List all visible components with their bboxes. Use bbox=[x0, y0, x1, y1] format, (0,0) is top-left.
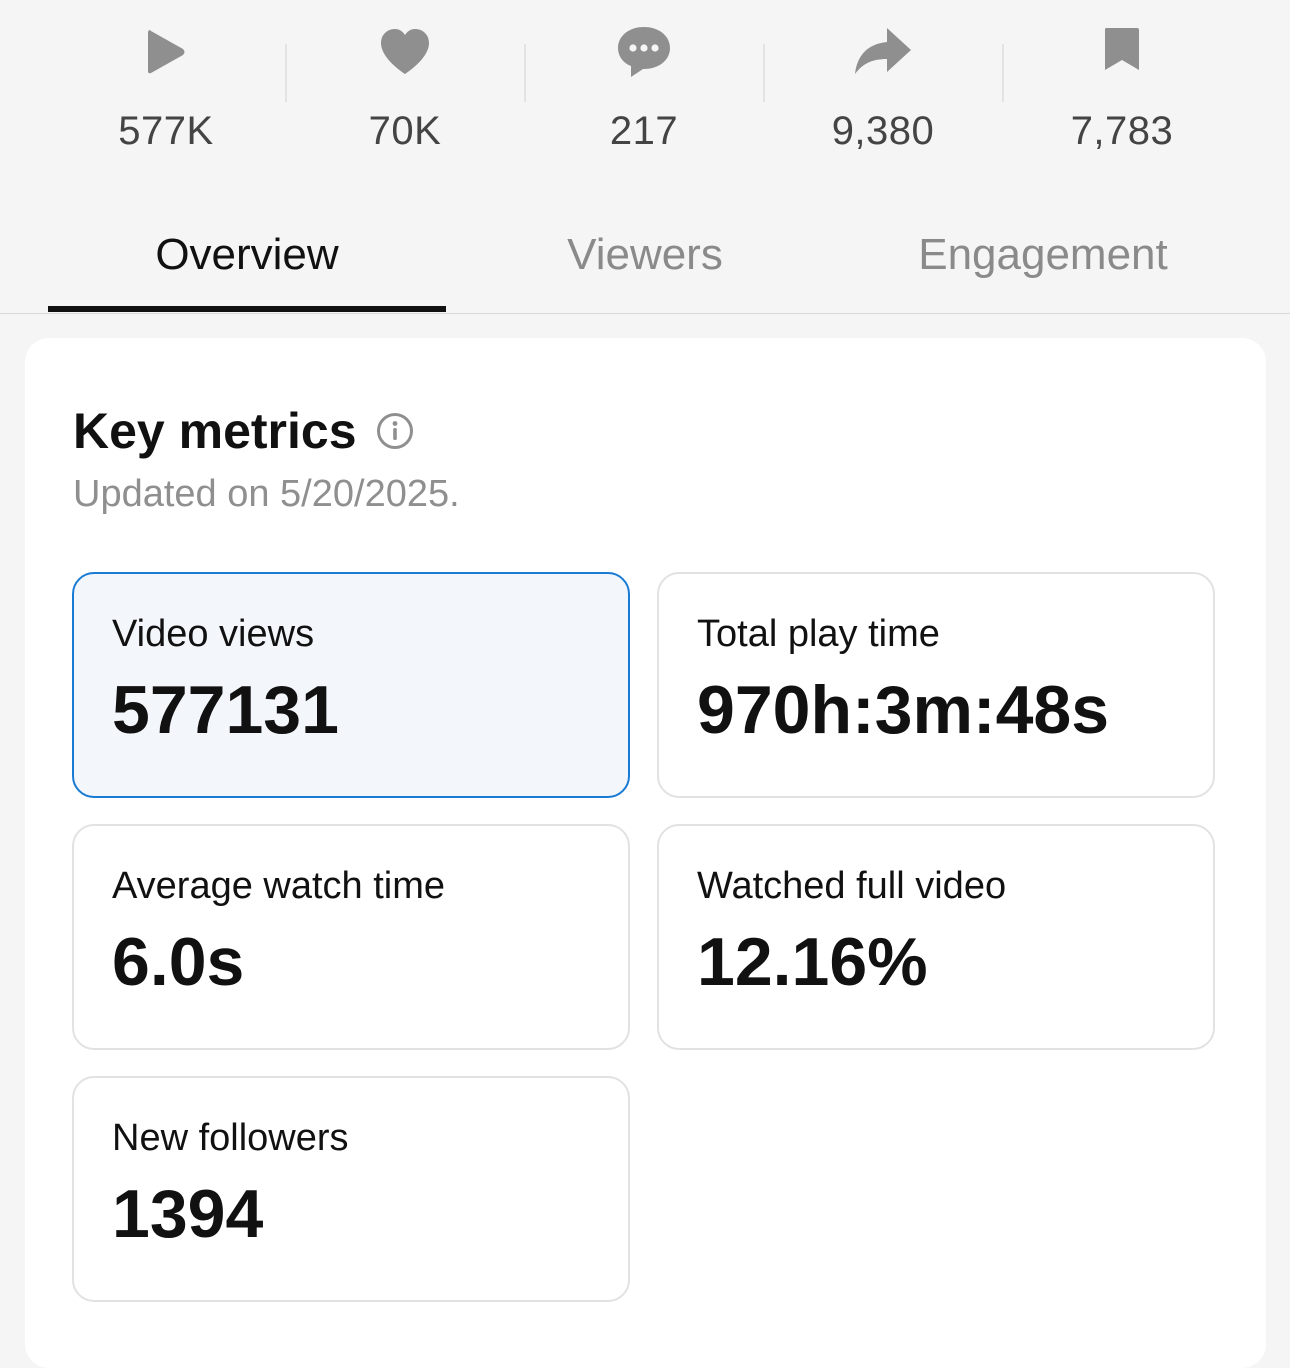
bookmark-icon bbox=[1092, 22, 1152, 82]
stat-saves: 7,783 bbox=[1002, 0, 1242, 180]
stat-count: 217 bbox=[609, 109, 679, 153]
stat-shares: 9,380 bbox=[763, 0, 1003, 180]
comment-icon bbox=[614, 22, 674, 82]
card-title: Key metrics bbox=[73, 403, 357, 459]
key-metrics-card: Key metrics Updated on 5/20/2025. Video … bbox=[25, 338, 1266, 1368]
metric-value: 12.16% bbox=[697, 924, 928, 1000]
stat-views: 577K bbox=[46, 0, 286, 180]
stat-count: 7,783 bbox=[1070, 109, 1174, 153]
metric-new-followers[interactable]: New followers 1394 bbox=[72, 1076, 630, 1302]
heart-icon bbox=[375, 22, 435, 82]
metric-label: Video views bbox=[112, 613, 315, 655]
metric-label: Watched full video bbox=[697, 865, 1007, 907]
stat-count: 70K bbox=[368, 109, 442, 153]
info-icon[interactable] bbox=[375, 411, 415, 451]
stat-comments: 217 bbox=[524, 0, 764, 180]
metric-value: 577131 bbox=[112, 672, 339, 748]
tab-overview[interactable]: Overview bbox=[48, 230, 446, 280]
share-icon bbox=[853, 22, 913, 82]
metric-total-play-time[interactable]: Total play time 970h:3m:48s bbox=[657, 572, 1215, 798]
play-icon bbox=[136, 22, 196, 82]
metric-watched-full-video[interactable]: Watched full video 12.16% bbox=[657, 824, 1215, 1050]
metric-value: 6.0s bbox=[112, 924, 245, 1000]
metric-video-views[interactable]: Video views 577131 bbox=[72, 572, 630, 798]
stat-count: 9,380 bbox=[831, 109, 935, 153]
metric-label: Average watch time bbox=[112, 865, 446, 907]
tab-viewers[interactable]: Viewers bbox=[446, 230, 844, 280]
tab-engagement[interactable]: Engagement bbox=[844, 230, 1242, 280]
active-tab-indicator bbox=[48, 306, 446, 312]
stat-likes: 70K bbox=[285, 0, 525, 180]
stat-count: 577K bbox=[118, 109, 214, 153]
metric-label: New followers bbox=[112, 1117, 349, 1159]
updated-date: Updated on 5/20/2025. bbox=[73, 473, 460, 515]
tab-bar: Overview Viewers Engagement bbox=[0, 200, 1290, 314]
metric-value: 1394 bbox=[112, 1176, 264, 1252]
metric-label: Total play time bbox=[697, 613, 940, 655]
stats-row: 577K 70K 217 9,380 7,783 bbox=[0, 0, 1290, 180]
metric-average-watch-time[interactable]: Average watch time 6.0s bbox=[72, 824, 630, 1050]
metric-value: 970h:3m:48s bbox=[697, 672, 1110, 748]
